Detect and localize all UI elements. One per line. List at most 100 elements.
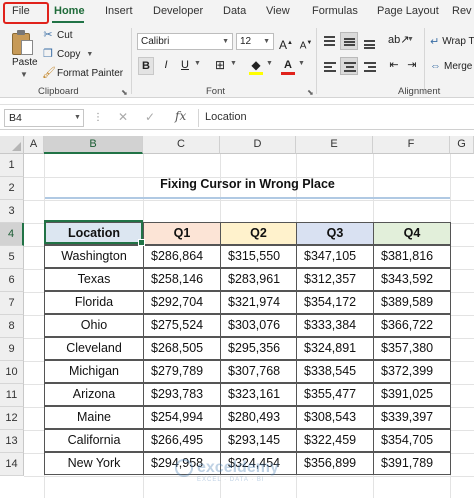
location-cell[interactable]: New York: [44, 452, 144, 475]
chevron-down-icon[interactable]: ▼: [20, 70, 28, 79]
chevron-down-icon[interactable]: ▼: [74, 114, 81, 121]
location-cell[interactable]: Arizona: [44, 383, 144, 406]
location-cell[interactable]: Florida: [44, 291, 144, 314]
row-header[interactable]: 2: [0, 177, 24, 200]
tab-page-layout[interactable]: Page Layout: [377, 5, 439, 17]
value-cell[interactable]: $338,545: [296, 360, 374, 383]
tab-data[interactable]: Data: [223, 5, 246, 17]
format-painter-button[interactable]: 🖌 Format Painter: [42, 67, 123, 79]
column-header-c[interactable]: C: [143, 136, 220, 154]
location-cell[interactable]: Washington: [44, 245, 144, 268]
worksheet-grid[interactable]: A B C D E F G 1 2 3 4 5 6 7 8 9 10 11 12…: [0, 136, 474, 498]
italic-button[interactable]: I: [158, 57, 174, 75]
value-cell[interactable]: $372,399: [373, 360, 451, 383]
value-cell[interactable]: $355,477: [296, 383, 374, 406]
value-cell[interactable]: $268,505: [143, 337, 221, 360]
value-cell[interactable]: $354,705: [373, 429, 451, 452]
value-cell[interactable]: $324,454: [220, 452, 297, 475]
bold-button[interactable]: B: [138, 57, 154, 75]
location-cell[interactable]: Michigan: [44, 360, 144, 383]
row-header[interactable]: 13: [0, 430, 24, 453]
tab-formulas[interactable]: Formulas: [312, 5, 358, 17]
tab-home[interactable]: Home: [54, 5, 85, 17]
chevron-down-icon[interactable]: ▼: [194, 60, 201, 67]
value-cell[interactable]: $279,789: [143, 360, 221, 383]
column-header-g[interactable]: G: [450, 136, 474, 154]
location-cell[interactable]: California: [44, 429, 144, 452]
value-cell[interactable]: $293,783: [143, 383, 221, 406]
value-cell[interactable]: $356,899: [296, 452, 374, 475]
value-cell[interactable]: $333,384: [296, 314, 374, 337]
row-header[interactable]: 3: [0, 200, 24, 223]
value-cell[interactable]: $294,958: [143, 452, 221, 475]
value-cell[interactable]: $292,704: [143, 291, 221, 314]
chevron-down-icon[interactable]: ▼: [407, 36, 414, 43]
align-left-icon[interactable]: [320, 57, 338, 75]
table-header-cell[interactable]: Q4: [373, 222, 451, 245]
row-header[interactable]: 12: [0, 407, 24, 430]
merge-center-button[interactable]: ⇔ Merge: [430, 60, 472, 72]
value-cell[interactable]: $322,459: [296, 429, 374, 452]
chevron-down-icon[interactable]: ▼: [298, 60, 305, 67]
row-header[interactable]: 14: [0, 453, 24, 476]
select-all-button[interactable]: [0, 136, 24, 154]
chevron-down-icon[interactable]: ▼: [266, 60, 273, 67]
chevron-down-icon[interactable]: ▼: [230, 60, 237, 67]
formula-input[interactable]: Location: [198, 109, 470, 127]
table-header-cell[interactable]: Q2: [220, 222, 297, 245]
align-center-icon[interactable]: [340, 57, 358, 75]
value-cell[interactable]: $347,105: [296, 245, 374, 268]
dialog-launcher-icon[interactable]: ⬊: [307, 88, 314, 97]
tab-review[interactable]: Rev: [452, 5, 472, 17]
underline-button[interactable]: U: [177, 57, 193, 75]
value-cell[interactable]: $391,025: [373, 383, 451, 406]
value-cell[interactable]: $308,543: [296, 406, 374, 429]
dialog-launcher-icon[interactable]: ⬊: [121, 88, 128, 97]
confirm-icon[interactable]: ✓: [145, 110, 155, 124]
value-cell[interactable]: $391,789: [373, 452, 451, 475]
location-cell[interactable]: Maine: [44, 406, 144, 429]
sheet-title[interactable]: Fixing Cursor in Wrong Place: [45, 177, 450, 191]
row-header[interactable]: 5: [0, 246, 24, 269]
borders-icon[interactable]: ⊞: [212, 57, 228, 75]
value-cell[interactable]: $324,891: [296, 337, 374, 360]
value-cell[interactable]: $315,550: [220, 245, 297, 268]
value-cell[interactable]: $354,172: [296, 291, 374, 314]
tab-developer[interactable]: Developer: [153, 5, 203, 17]
value-cell[interactable]: $357,380: [373, 337, 451, 360]
value-cell[interactable]: $280,493: [220, 406, 297, 429]
cut-button[interactable]: ✂ Cut: [42, 29, 72, 41]
cancel-icon[interactable]: ✕: [118, 110, 128, 124]
value-cell[interactable]: $339,397: [373, 406, 451, 429]
fill-color-icon[interactable]: ◆: [248, 57, 264, 75]
font-size-select[interactable]: 12 ▼: [236, 33, 274, 50]
value-cell[interactable]: $295,356: [220, 337, 297, 360]
increase-indent-icon[interactable]: ⇥: [404, 57, 420, 75]
value-cell[interactable]: $275,524: [143, 314, 221, 337]
location-cell[interactable]: Texas: [44, 268, 144, 291]
value-cell[interactable]: $343,592: [373, 268, 451, 291]
value-cell[interactable]: $307,768: [220, 360, 297, 383]
decrease-indent-icon[interactable]: ⇤: [386, 57, 402, 75]
table-header-cell[interactable]: Q1: [143, 222, 221, 245]
column-header-b[interactable]: B: [44, 136, 143, 154]
font-color-icon[interactable]: A: [280, 57, 296, 75]
align-right-icon[interactable]: [360, 57, 378, 75]
tab-insert[interactable]: Insert: [105, 5, 133, 17]
column-header-e[interactable]: E: [296, 136, 373, 154]
wrap-text-button[interactable]: ↵ Wrap T: [430, 35, 474, 48]
value-cell[interactable]: $286,864: [143, 245, 221, 268]
value-cell[interactable]: $312,357: [296, 268, 374, 291]
column-header-f[interactable]: F: [373, 136, 450, 154]
decrease-font-icon[interactable]: A▼: [298, 35, 314, 53]
row-header[interactable]: 9: [0, 338, 24, 361]
align-middle-icon[interactable]: [340, 32, 358, 50]
column-header-d[interactable]: D: [220, 136, 296, 154]
align-top-icon[interactable]: [320, 32, 338, 50]
tab-view[interactable]: View: [266, 5, 290, 17]
paste-button[interactable]: Paste: [12, 57, 38, 68]
row-header[interactable]: 10: [0, 361, 24, 384]
copy-button[interactable]: ❐ Copy ▼: [42, 48, 93, 60]
row-header[interactable]: 1: [0, 154, 24, 177]
font-family-select[interactable]: Calibri ▼: [137, 33, 233, 50]
